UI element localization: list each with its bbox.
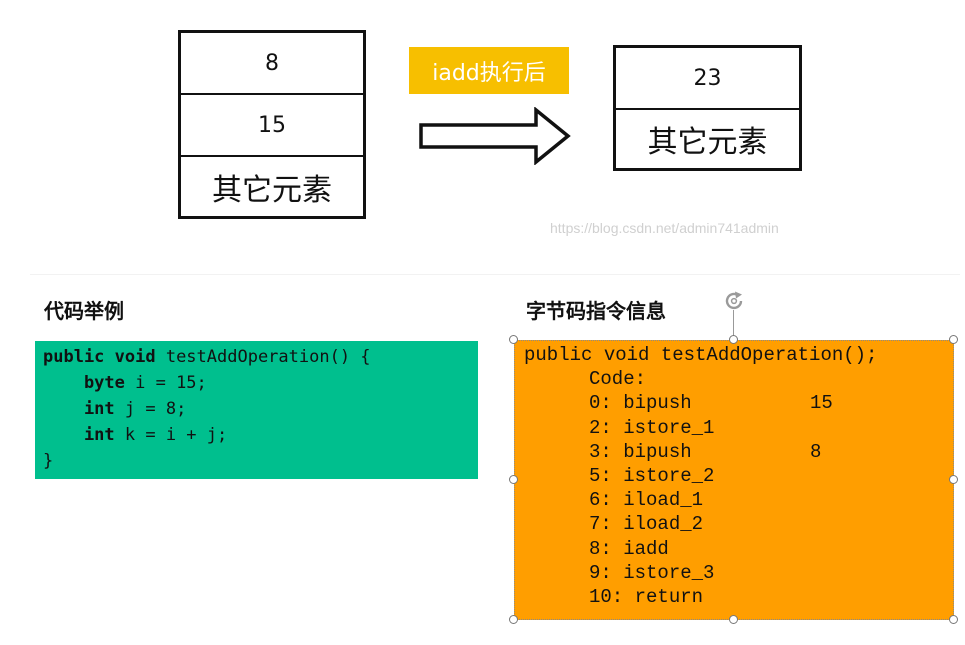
code-text: } <box>43 451 54 471</box>
bytecode-instruction: 10: return <box>524 585 954 609</box>
instruction-text: 7: iload_2 <box>589 513 704 536</box>
code-keyword: int <box>43 425 115 445</box>
instruction-text: 6: iload_1 <box>589 489 704 512</box>
bytecode-box[interactable]: public void testAddOperation(); Code: 0:… <box>514 340 954 620</box>
bytecode-instruction: 0: bipush 15 <box>524 391 954 415</box>
instruction-text: 8: iadd <box>589 537 669 560</box>
resize-handle-bottom[interactable] <box>729 615 738 624</box>
code-line: public void testAddOperation() { <box>43 344 478 370</box>
code-text: i = 15; <box>124 373 207 393</box>
instruction-text: 0: bipush <box>589 392 692 415</box>
resize-handle-bottom-right[interactable] <box>949 615 958 624</box>
code-line: int k = i + j; <box>43 422 478 448</box>
bytecode-info-title: 字节码指令信息 <box>526 299 666 323</box>
bytecode-code-label: Code: <box>589 368 647 391</box>
code-line: byte i = 15; <box>43 370 478 396</box>
bytecode-instruction: 3: bipush 8 <box>524 440 954 464</box>
bytecode-instruction: 6: iload_1 <box>524 488 954 512</box>
operation-label: iadd执行后 <box>409 47 569 94</box>
instruction-operand: 8 <box>810 440 822 463</box>
stack-cell-second: 15 <box>181 95 363 157</box>
stack-cell-rest: 其它元素 <box>647 125 768 160</box>
operand-stack-after: 23 其它元素 <box>613 45 802 171</box>
divider <box>30 274 960 275</box>
instruction-text: 3: bipush <box>589 440 692 463</box>
code-text: j = 8; <box>114 399 187 419</box>
code-line: } <box>43 448 478 474</box>
operand-stack-before: 8 15 其它元素 <box>178 30 366 219</box>
code-example-title: 代码举例 <box>44 299 124 323</box>
stack-cell-top: 8 <box>181 33 363 95</box>
rotate-handle-icon[interactable] <box>722 289 746 313</box>
stack-cell-result: 23 <box>616 48 799 110</box>
java-code-box: public void testAddOperation() { byte i … <box>35 341 478 479</box>
right-arrow-icon <box>419 107 571 165</box>
bytecode-instruction: 9: istore_3 <box>524 561 954 585</box>
resize-handle-left[interactable] <box>509 475 518 484</box>
watermark: https://blog.csdn.net/admin741admin <box>550 220 779 236</box>
resize-handle-right[interactable] <box>949 475 958 484</box>
bytecode-header: public void testAddOperation(); <box>524 344 878 366</box>
instruction-text: 2: istore_1 <box>589 416 715 439</box>
resize-handle-top[interactable] <box>729 335 738 344</box>
code-keyword: byte <box>43 373 125 393</box>
bytecode-instruction: 2: istore_1 <box>524 416 954 440</box>
instruction-text: 10: return <box>589 585 704 608</box>
code-keyword: int <box>43 399 115 419</box>
bytecode-instruction: 5: istore_2 <box>524 464 954 488</box>
code-text: testAddOperation() { <box>155 347 371 367</box>
code-text: k = i + j; <box>114 425 228 445</box>
instruction-text: 5: istore_2 <box>589 464 715 487</box>
stack-cell-rest: 其它元素 <box>212 172 332 208</box>
bytecode-instruction: 8: iadd <box>524 537 954 561</box>
code-keyword: public void <box>43 347 156 367</box>
resize-handle-top-right[interactable] <box>949 335 958 344</box>
resize-handle-top-left[interactable] <box>509 335 518 344</box>
instruction-operand: 15 <box>810 392 833 415</box>
resize-handle-bottom-left[interactable] <box>509 615 518 624</box>
code-line: int j = 8; <box>43 396 478 422</box>
instruction-text: 9: istore_3 <box>589 561 715 584</box>
bytecode-instruction: 7: iload_2 <box>524 512 954 536</box>
